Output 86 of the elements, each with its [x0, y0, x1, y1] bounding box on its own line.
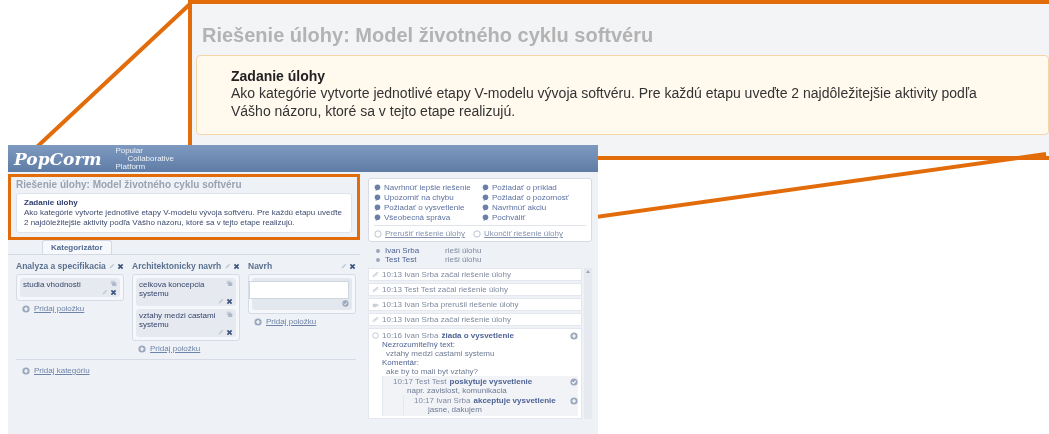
- task-text: Ako kategórie vytvorte jednotlivé etapy V-modelu vývoja softvéru. Pre každú etapu uveďte 2 najdôležitejšie aktivity podľa Vášho názoru, ktoré sa v tejto etape realizujú.: [24, 208, 343, 227]
- comment-icon[interactable]: [226, 280, 233, 287]
- user-name: Test Test: [385, 255, 418, 264]
- entry-note: jasne, dakujem: [427, 405, 483, 414]
- category-title: Analyza a specifikacia: [16, 261, 106, 271]
- chain-icon: [372, 316, 379, 323]
- tagline-text: Popular: [115, 146, 143, 155]
- category-title: Architektonicky navrh: [132, 261, 222, 271]
- user-name: Ivan Srba: [385, 246, 421, 255]
- callout-title: Riešenie úlohy: Model životného cyklu softvéru: [201, 23, 655, 48]
- entry-time-user: 10:17 Ivan Srba: [414, 396, 471, 405]
- add-item-link[interactable]: Pridaj položku: [150, 344, 201, 353]
- scrollbar[interactable]: [584, 268, 592, 419]
- entry-text: 10:13 Ivan Srba prerušil riešenie úlohy: [382, 300, 519, 309]
- entry-label: Nezrozumiteľný text:: [381, 340, 457, 349]
- bubble-icon: [374, 204, 381, 211]
- entry-value: ake by to mali byt vztahy?: [385, 367, 480, 376]
- entry-time-user: 10:16 Ivan Srba: [382, 331, 439, 340]
- chain-icon: [372, 286, 379, 293]
- action-link[interactable]: Všeobecná správa: [374, 213, 478, 222]
- tagline-text: Collaborative: [126, 154, 175, 163]
- entry-time-user: 10:17 Test Test: [393, 377, 447, 386]
- cup-icon: [372, 301, 379, 308]
- action-link[interactable]: Pochváliť: [482, 213, 586, 222]
- action-link[interactable]: Požiadať o príklad: [482, 183, 586, 192]
- bubble-icon: [482, 204, 489, 211]
- entry-text: 10:13 Ivan Srba začal riešenie úlohy: [382, 315, 511, 324]
- control-link[interactable]: Ukončiť riešenie úlohy: [472, 229, 563, 238]
- delete-icon[interactable]: [349, 262, 356, 270]
- ring-icon: [372, 332, 379, 339]
- delete-icon[interactable]: [110, 289, 117, 296]
- item-text: studia vhodnosti: [23, 280, 81, 289]
- add-icon[interactable]: [138, 344, 146, 353]
- comment-icon[interactable]: [226, 311, 233, 318]
- action-link[interactable]: Upozorniť na chybu: [374, 193, 478, 202]
- bubble-icon: [482, 184, 489, 191]
- add-icon[interactable]: [22, 366, 30, 375]
- add-item-link[interactable]: Pridaj položku: [266, 317, 317, 326]
- add-category-link[interactable]: Pridaj kategóriu: [34, 366, 90, 375]
- bubble-icon: [482, 214, 489, 221]
- entry-action: akceptuje vysvetlenie: [473, 396, 557, 405]
- ring-icon: [472, 229, 481, 238]
- delete-icon[interactable]: [226, 298, 233, 305]
- action-link[interactable]: Navrhnúť lepšie riešenie: [374, 183, 478, 192]
- bubble-icon: [374, 194, 381, 201]
- entry-label: Komentár:: [381, 358, 420, 367]
- delete-icon[interactable]: [226, 329, 233, 336]
- category-title: Navrh: [248, 261, 274, 271]
- chain-icon: [372, 271, 379, 278]
- item-text: vztahy medzi castami systemu: [139, 311, 217, 329]
- user-status: rieši úlohu: [445, 255, 482, 264]
- add-item-link[interactable]: Pridaj položku: [34, 304, 85, 313]
- entry-note: napr. zavislost, komunikacia: [406, 386, 508, 395]
- logo: PopCorm: [14, 148, 102, 169]
- delete-icon[interactable]: [233, 262, 240, 270]
- action-link[interactable]: Požiadať o vysvetlenie: [374, 203, 478, 212]
- tagline-text: Platform: [115, 162, 147, 171]
- task-text: Ako kategórie vytvorte jednotlivé etapy V-modelu vývoja softvéru. Pre každú etapu uveďte 2 najdôležitejšie aktivity podľa Vášho názoru, ktoré sa v tejto etape realizujú.: [231, 84, 978, 120]
- confirm-icon[interactable]: [342, 300, 349, 307]
- entry-action: žiada o vysvetlenie: [441, 331, 515, 340]
- bubble-icon: [374, 184, 381, 191]
- entry-value: vztahy medzi castami systemu: [385, 349, 496, 358]
- item-text: celkova koncepcia systemu: [139, 280, 206, 298]
- status-dot: [376, 257, 380, 262]
- bubble-icon: [374, 214, 381, 221]
- input-field[interactable]: [249, 281, 349, 299]
- add-icon[interactable]: [254, 317, 262, 326]
- delete-icon[interactable]: [117, 262, 124, 270]
- tab[interactable]: Kategorizátor: [42, 240, 112, 254]
- action-link[interactable]: Navrhnúť akciu: [482, 203, 586, 212]
- entry-action: poskytuje vysvetlenie: [449, 377, 534, 386]
- action-link[interactable]: Požiadať o pozornosť: [482, 193, 586, 202]
- control-link[interactable]: Prerušiť riešenie úlohy: [374, 229, 465, 238]
- page-title: Riešenie úlohy: Model životného cyklu softvéru: [16, 179, 243, 190]
- add-icon[interactable]: [22, 304, 30, 313]
- entry-text: 10:13 Test Test začal riešenie úlohy: [382, 285, 508, 294]
- status-dot: [376, 248, 380, 253]
- check-icon[interactable]: [570, 377, 578, 386]
- add-icon[interactable]: [570, 396, 578, 405]
- ring-icon: [374, 229, 382, 238]
- add-icon[interactable]: [570, 331, 578, 340]
- task-heading: Zadanie úlohy: [24, 198, 79, 207]
- task-heading: Zadanie úlohy: [231, 68, 327, 84]
- user-status: rieši úlohu: [445, 246, 482, 255]
- entry-text: 10:13 Ivan Srba začal riešenie úlohy: [382, 270, 511, 279]
- bubble-icon: [482, 194, 489, 201]
